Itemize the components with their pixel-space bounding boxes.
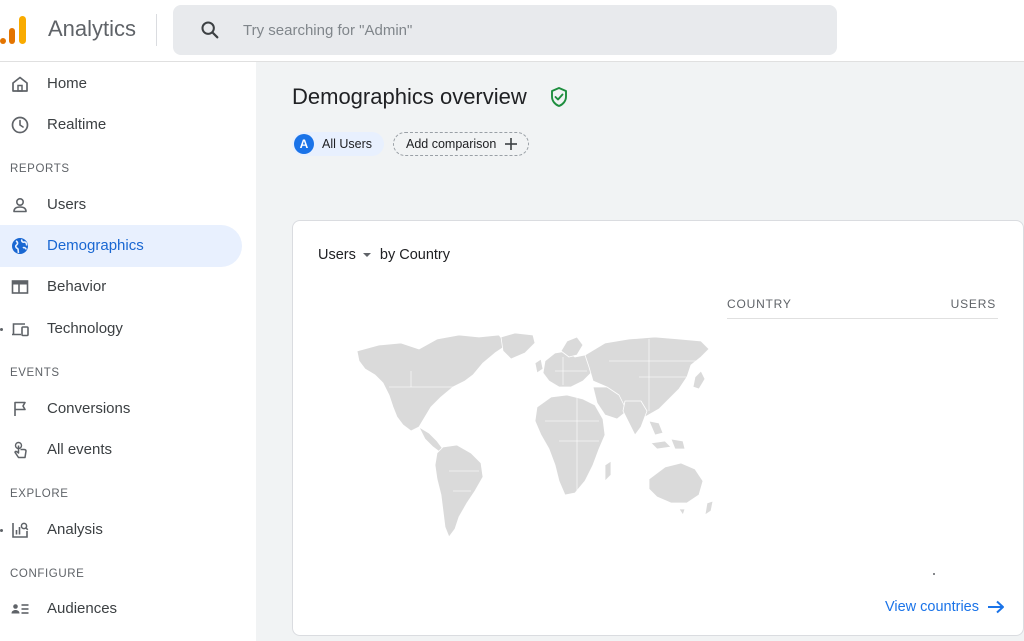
section-label-reports: REPORTS <box>10 163 70 175</box>
search-box[interactable] <box>173 5 837 55</box>
sidebar-item-label: Home <box>47 75 88 92</box>
clock-icon <box>11 116 29 134</box>
all-users-label: All Users <box>322 137 373 151</box>
section-label-explore: EXPLORE <box>10 488 69 500</box>
section-label-events: EVENTS <box>10 367 60 379</box>
audiences-icon <box>11 604 29 614</box>
sidebar-item-label: Analysis <box>47 521 103 538</box>
sidebar-item-analysis[interactable]: Analysis <box>0 509 242 551</box>
sidebar-item-label: Demographics <box>47 237 144 254</box>
card-header: Users by Country <box>318 247 450 263</box>
main-content: Demographics overview A All Users Add co… <box>256 62 1024 641</box>
globe-icon <box>12 238 28 254</box>
all-users-chip[interactable]: A All Users <box>292 132 385 156</box>
sidebar-item-demographics[interactable]: Demographics <box>0 225 242 267</box>
sidebar-item-users[interactable]: Users <box>0 184 242 226</box>
sidebar-item-label: All events <box>47 441 113 458</box>
sidebar-item-technology[interactable]: Technology <box>0 308 242 350</box>
sidebar-item-conversions[interactable]: Conversions <box>0 388 242 430</box>
analytics-logo-icon[interactable] <box>0 14 30 46</box>
topbar-divider <box>156 14 157 46</box>
flag-icon <box>14 401 26 416</box>
metric-selector[interactable]: Users <box>318 247 356 263</box>
sidebar-item-label: Conversions <box>47 400 131 417</box>
column-header-users[interactable]: USERS <box>951 297 996 311</box>
arrow-right-icon <box>988 600 1004 614</box>
sidebar-item-label: Realtime <box>47 116 107 133</box>
verified-shield-icon[interactable] <box>548 86 570 108</box>
segment-avatar: A <box>294 134 314 154</box>
search-input[interactable] <box>243 5 803 55</box>
home-icon <box>12 76 28 92</box>
web-icon <box>11 280 29 294</box>
devices-icon <box>12 323 29 337</box>
expand-dot-icon <box>0 529 3 532</box>
analysis-icon <box>12 522 29 538</box>
expand-dot-icon <box>0 328 3 331</box>
person-icon <box>13 197 27 213</box>
sidebar-item-behavior[interactable]: Behavior <box>0 266 242 308</box>
touch-icon <box>14 441 27 459</box>
column-header-country[interactable]: COUNTRY <box>727 297 792 311</box>
page-title: Demographics overview <box>292 84 527 109</box>
sidebar-item-home[interactable]: Home <box>0 63 242 105</box>
sidebar: Home Realtime REPORTS Users Demographics <box>0 62 256 641</box>
users-by-country-card: Users by Country COUNTRY USERS View coun… <box>292 220 1024 636</box>
add-comparison-label: Add comparison <box>406 137 497 151</box>
sidebar-item-label: Technology <box>47 320 123 337</box>
sidebar-item-label: Audiences <box>47 600 118 617</box>
view-countries-link[interactable]: View countries <box>885 599 1005 615</box>
sidebar-item-realtime[interactable]: Realtime <box>0 104 242 146</box>
dimension-label: by Country <box>379 247 450 263</box>
plus-icon <box>505 138 518 150</box>
top-bar: Analytics <box>0 0 1024 62</box>
sidebar-item-all-events[interactable]: All events <box>0 429 242 471</box>
app-title: Analytics <box>48 16 137 41</box>
sidebar-item-audiences[interactable]: Audiences <box>0 588 242 630</box>
loading-dot <box>933 573 935 575</box>
table-divider <box>727 318 998 319</box>
sidebar-item-label: Users <box>47 196 87 213</box>
world-map[interactable] <box>349 331 719 541</box>
section-label-configure: CONFIGURE <box>10 568 85 580</box>
sidebar-item-label: Behavior <box>47 278 107 295</box>
caret-down-icon[interactable] <box>362 250 372 260</box>
view-countries-label: View countries <box>884 599 979 615</box>
add-comparison-button[interactable]: Add comparison <box>393 132 530 156</box>
search-icon <box>201 21 219 39</box>
